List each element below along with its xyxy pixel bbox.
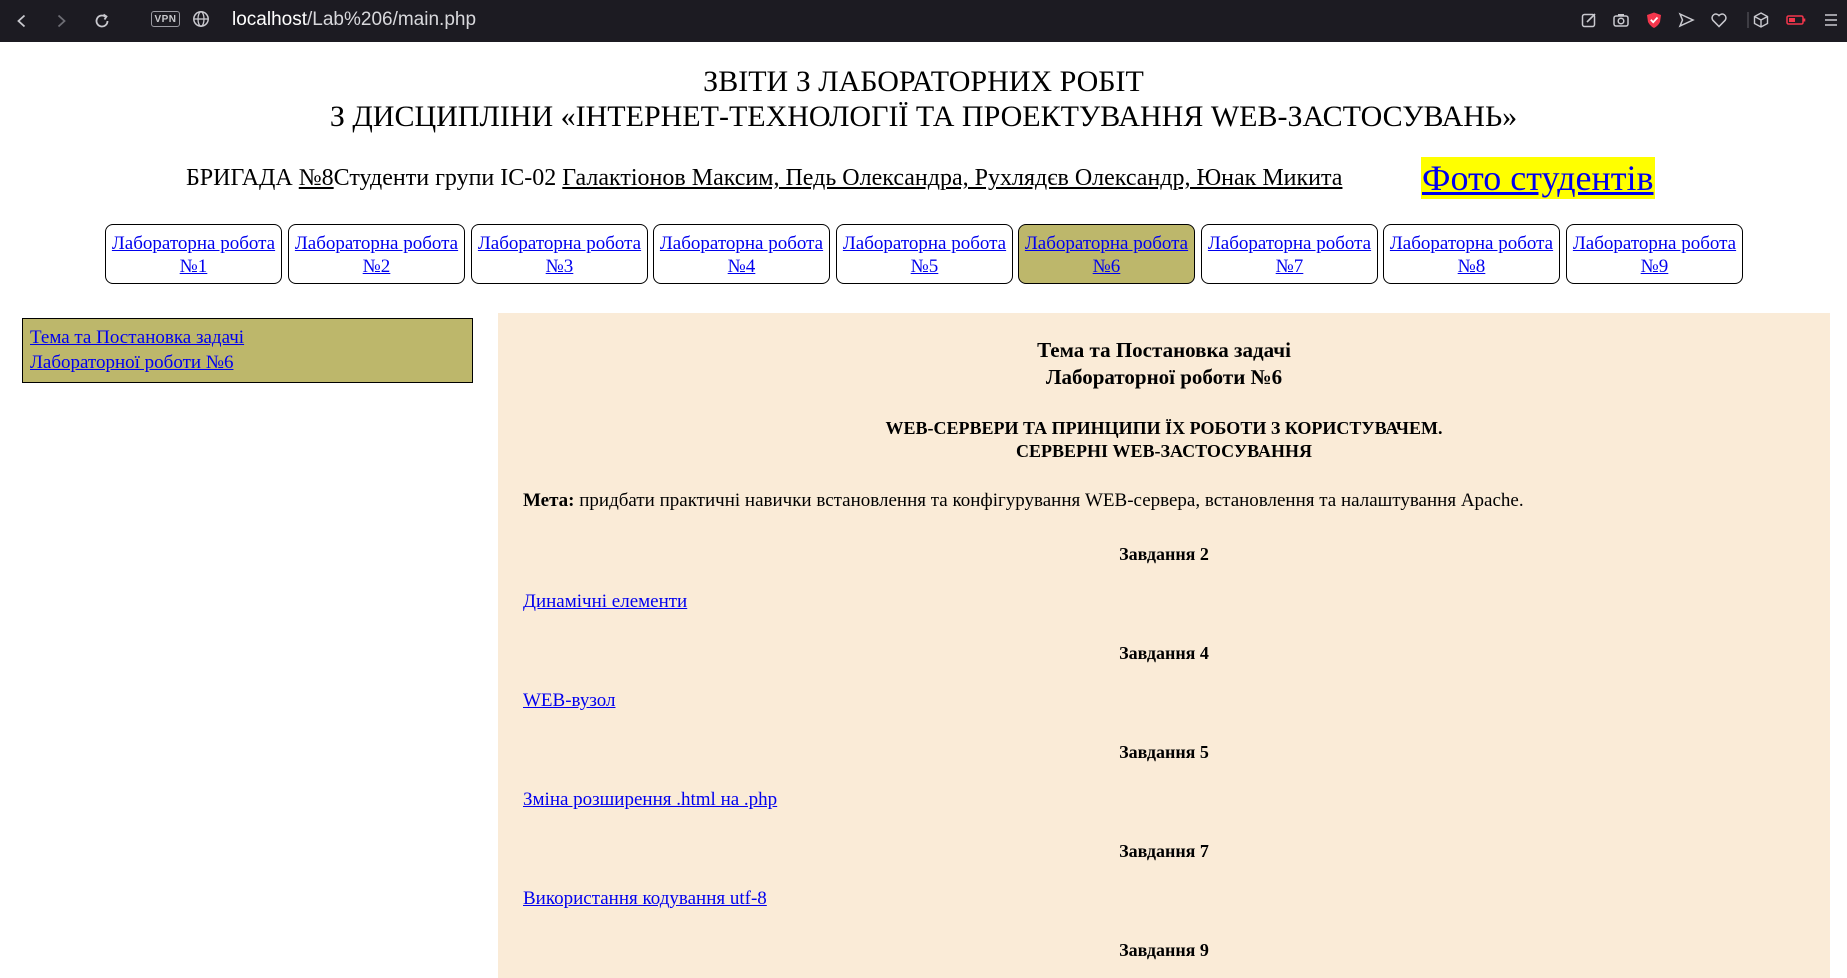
lab-tab-link[interactable]: Лабораторна робота №1 — [112, 233, 275, 277]
sidebar-link-line-2: Лабораторної роботи №6 — [30, 352, 234, 373]
lab-tab-3[interactable]: Лабораторна робота №3 — [471, 224, 648, 284]
students-prefix: Студенти групи ІС-02 — [333, 165, 563, 191]
lab-tab-link[interactable]: Лабораторна робота №6 — [1025, 233, 1188, 277]
lab-tab-6-active[interactable]: Лабораторна робота №6 — [1018, 224, 1195, 284]
goal-label: Мета: — [523, 490, 575, 511]
topic-line-2: СЕРВЕРНІ WEB-ЗАСТОСУВАННЯ — [1016, 441, 1312, 461]
lab-tab-link[interactable]: Лабораторна робота №4 — [660, 233, 823, 277]
lab-tab-link[interactable]: Лабораторна робота №3 — [478, 233, 641, 277]
lab-tab-label: Лабораторна робота — [1207, 233, 1372, 254]
lab-tab-number: №6 — [1092, 256, 1121, 277]
lab-tab-number: №9 — [1640, 256, 1669, 277]
menu-icon[interactable] — [1820, 9, 1842, 31]
title-line-2: З ДИСЦИПЛІНИ «ІНТЕРНЕТ-ТЕХНОЛОГІЇ ТА ПРО… — [329, 100, 1518, 133]
page-title: ЗВІТИ З ЛАБОРАТОРНИХ РОБІТ З ДИСЦИПЛІНИ … — [0, 64, 1847, 134]
sidebar-item-task[interactable]: Тема та Постановка задачі Лабораторної ро… — [30, 327, 244, 373]
forward-button[interactable] — [48, 8, 74, 34]
battery-icon[interactable] — [1785, 9, 1807, 31]
task-title: Завдання 4 — [1119, 643, 1209, 663]
task-link[interactable]: WEB-вузол — [523, 689, 616, 713]
lab-tab-number: №3 — [545, 256, 574, 277]
lab-tab-number: №8 — [1457, 256, 1486, 277]
lab-tab-4[interactable]: Лабораторна робота №4 — [653, 224, 830, 284]
lab-tab-link[interactable]: Лабораторна робота №5 — [843, 233, 1006, 277]
cube-icon[interactable] — [1750, 9, 1772, 31]
edit-icon[interactable] — [1578, 9, 1600, 31]
lab-tab-number: №2 — [362, 256, 391, 277]
back-button[interactable] — [9, 8, 35, 34]
lab-tab-label: Лабораторна робота — [1572, 233, 1737, 254]
lab-tab-link[interactable]: Лабораторна робота №2 — [295, 233, 458, 277]
main-content: Тема та Постановка задачі Лабораторної р… — [498, 313, 1830, 978]
lab-tab-2[interactable]: Лабораторна робота №2 — [288, 224, 465, 284]
url-path: /Lab%206/main.php — [307, 9, 477, 30]
reload-icon — [95, 13, 109, 28]
chevron-left-icon — [17, 14, 26, 28]
brigade-info: БРИГАДА №8Студенти групи ІС-02 Галактіон… — [186, 163, 1342, 193]
lab-tab-number: №5 — [910, 256, 939, 277]
globe-icon — [193, 11, 209, 27]
lab-tab-number: №4 — [727, 256, 756, 277]
lab-tab-link[interactable]: Лабораторна робота №8 — [1390, 233, 1553, 277]
brigade-number-link[interactable]: №8 — [299, 165, 334, 191]
task-title: Завдання 2 — [1119, 544, 1209, 564]
task-title: Завдання 7 — [1119, 841, 1209, 861]
lab-tab-5[interactable]: Лабораторна робота №5 — [836, 224, 1013, 284]
send-icon[interactable] — [1675, 9, 1697, 31]
task-link[interactable]: Використання кодування utf-8 — [523, 887, 767, 911]
camera-icon[interactable] — [1610, 9, 1632, 31]
lab-tab-link[interactable]: Лабораторна робота №9 — [1573, 233, 1736, 277]
vpn-badge[interactable]: VPN — [151, 11, 180, 27]
lab-tab-number: №1 — [179, 256, 208, 277]
main-heading: Тема та Постановка задачі Лабораторної р… — [498, 337, 1830, 391]
task-title: Завдання 9 — [1119, 940, 1209, 960]
main-heading-line-2: Лабораторної роботи №6 — [1045, 365, 1283, 389]
lab-tab-label: Лабораторна робота — [111, 233, 276, 254]
lab-tab-label: Лабораторна робота — [842, 233, 1007, 254]
photo-students-link[interactable]: Фото студентів — [1421, 157, 1655, 199]
brigade-prefix: БРИГАДА — [186, 165, 299, 191]
title-line-1: ЗВІТИ З ЛАБОРАТОРНИХ РОБІТ — [703, 65, 1144, 98]
sidebar-link-line-1: Тема та Постановка задачі — [30, 327, 245, 348]
lab-tab-link[interactable]: Лабораторна робота №7 — [1208, 233, 1371, 277]
lab-tab-1[interactable]: Лабораторна робота №1 — [105, 224, 282, 284]
browser-toolbar: VPN localhost/Lab%206/main.php — [0, 0, 1847, 42]
lab-tab-label: Лабораторна робота — [1024, 233, 1189, 254]
topic-line-1: WEB-СЕРВЕРИ ТА ПРИНЦИПИ ЇХ РОБОТИ З КОРИ… — [885, 418, 1443, 438]
task-link[interactable]: Динамічні елементи — [523, 590, 687, 614]
main-heading-line-1: Тема та Постановка задачі — [1037, 338, 1291, 362]
lab-tab-label: Лабораторна робота — [477, 233, 642, 254]
students-names-link[interactable]: Галактіонов Максим, Педь Олександра, Рух… — [562, 165, 1342, 191]
lab-tab-9[interactable]: Лабораторна робота №9 — [1566, 224, 1743, 284]
lab-tab-label: Лабораторна робота — [1389, 233, 1554, 254]
lab-tab-label: Лабораторна робота — [294, 233, 459, 254]
address-bar[interactable]: localhost/Lab%206/main.php — [232, 8, 476, 32]
goal-text: придбати практичні навички встановлення … — [574, 490, 1524, 511]
heart-icon[interactable] — [1708, 9, 1730, 31]
shield-icon[interactable] — [1643, 9, 1665, 31]
url-host: localhost — [232, 9, 307, 30]
topic-heading: WEB-СЕРВЕРИ ТА ПРИНЦИПИ ЇХ РОБОТИ З КОРИ… — [498, 417, 1830, 463]
lab-tab-8[interactable]: Лабораторна робота №8 — [1383, 224, 1560, 284]
goal-paragraph: Мета: придбати практичні навички встанов… — [523, 489, 1524, 513]
chevron-right-icon — [57, 14, 66, 28]
lab-tab-7[interactable]: Лабораторна робота №7 — [1201, 224, 1378, 284]
lab-tab-label: Лабораторна робота — [659, 233, 824, 254]
reload-button[interactable] — [89, 8, 115, 34]
task-title: Завдання 5 — [1119, 742, 1209, 762]
lab-tab-number: №7 — [1275, 256, 1304, 277]
sidebar-menu: Тема та Постановка задачі Лабораторної ро… — [22, 318, 473, 383]
task-link[interactable]: Зміна розширення .html на .php — [523, 788, 777, 812]
